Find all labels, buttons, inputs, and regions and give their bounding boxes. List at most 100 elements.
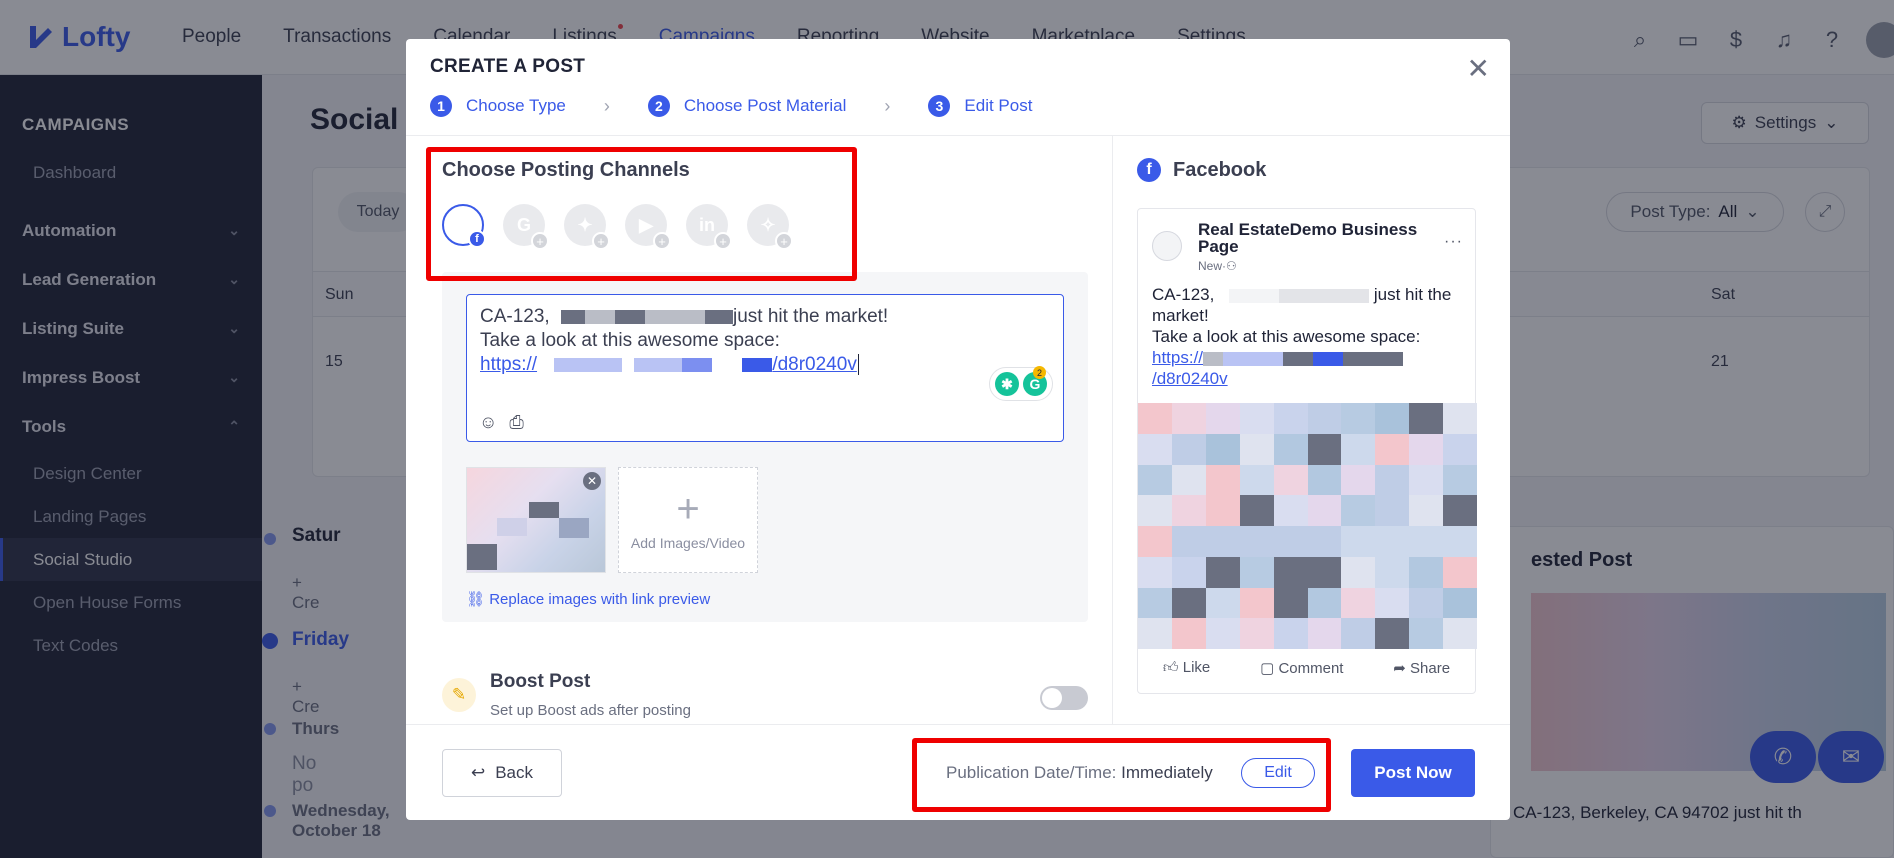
- preview-image-tile: [1138, 587, 1172, 619]
- preview-image-tile: [1138, 618, 1172, 649]
- preview-image-tile: [1239, 526, 1274, 557]
- preview-image-tile: [1341, 495, 1376, 526]
- publication-label: Publication Date/Time:: [946, 763, 1117, 782]
- post-text-segment: CA-123,: [480, 306, 550, 327]
- preview-image-tile: [1205, 618, 1240, 649]
- preview-image-tile: [1409, 556, 1444, 588]
- comment-label: Comment: [1278, 660, 1344, 677]
- step-edit-post[interactable]: 3 Edit Post: [928, 95, 1032, 117]
- redacted-text: [1203, 351, 1409, 366]
- preview-image-tile: [1273, 587, 1308, 619]
- like-button[interactable]: 👍︎ Like: [1163, 659, 1210, 677]
- preview-text-segment: CA-123,: [1152, 285, 1215, 304]
- close-icon[interactable]: ✕: [1467, 55, 1490, 83]
- channel-facebook[interactable]: f: [442, 204, 486, 248]
- share-icon: ➦: [1393, 660, 1411, 677]
- preview-image-tile: [1375, 464, 1410, 496]
- preview-image-tile: [1171, 464, 1206, 496]
- comment-icon: ▢: [1260, 660, 1279, 677]
- preview-image-tile: [1341, 587, 1376, 619]
- plus-icon: +: [531, 232, 549, 250]
- channel-linkedin[interactable]: in +: [686, 204, 732, 250]
- preview-image-tile: [1409, 464, 1444, 496]
- replace-link-label: Replace images with link preview: [489, 591, 711, 608]
- preview-image-tile: [1409, 618, 1444, 649]
- channel-youtube[interactable]: ▶ +: [625, 204, 671, 250]
- replace-images-link[interactable]: ⛓ Replace images with link preview: [466, 590, 710, 608]
- boost-title: Boost Post: [490, 671, 591, 692]
- redacted-text: [542, 357, 773, 372]
- publication-datetime: Publication Date/Time: Immediately: [946, 763, 1213, 783]
- page-avatar: [1152, 231, 1182, 261]
- preview-image-tile: [1171, 587, 1206, 619]
- channel-google-business[interactable]: G +: [503, 204, 549, 250]
- preview-image-tile: [1341, 556, 1376, 588]
- remove-media-icon[interactable]: ✕: [583, 472, 601, 490]
- post-now-button[interactable]: Post Now: [1351, 749, 1475, 797]
- preview-image-tile: [1138, 403, 1172, 434]
- lightbulb-icon: ✱: [995, 372, 1019, 396]
- emoji-icon[interactable]: ☺: [479, 412, 497, 433]
- step-choose-post-material[interactable]: 2 Choose Post Material: [647, 95, 846, 117]
- preview-image-tile: [1239, 556, 1274, 588]
- preview-image-tile: [1443, 495, 1477, 526]
- preview-text: CA-123, just hit the market! Take a look…: [1152, 284, 1468, 389]
- preview-image-tile: [1171, 433, 1206, 465]
- preview-network-label: Facebook: [1173, 158, 1267, 181]
- step-number: 2: [647, 95, 670, 117]
- edit-publication-button[interactable]: Edit: [1241, 758, 1315, 788]
- media-thumbnail[interactable]: ✕: [466, 467, 606, 573]
- boost-toggle[interactable]: [1040, 686, 1088, 710]
- modal-title: CREATE A POST: [430, 56, 586, 77]
- preview-image-tile: [1273, 556, 1308, 588]
- preview-image-tile: [1375, 556, 1410, 588]
- text-cursor: [857, 354, 859, 375]
- preview-image-tile: [1138, 556, 1172, 588]
- post-text-input[interactable]: CA-123, just hit the market! Take a look…: [466, 294, 1064, 442]
- plus-icon: +: [592, 232, 610, 250]
- back-label: Back: [495, 763, 534, 782]
- preview-image-tile: [1307, 403, 1342, 434]
- chevron-right-icon: ›: [603, 95, 610, 116]
- boost-subtitle: Set up Boost ads after posting: [490, 702, 691, 719]
- step-label: Choose Type: [466, 96, 566, 115]
- share-label: Share: [1410, 660, 1451, 677]
- preview-image-tile: [1443, 556, 1477, 588]
- preview-image-tile: [1138, 433, 1172, 465]
- create-post-modal: CREATE A POST ✕ 1 Choose Type › 2 Choose…: [406, 39, 1510, 820]
- add-media-label: Add Images/Video: [630, 535, 746, 551]
- facebook-preview-card: Real EstateDemo Business Page New·⚇ ··· …: [1137, 208, 1477, 694]
- preview-image-tile: [1239, 587, 1274, 619]
- more-icon[interactable]: ···: [1444, 233, 1463, 251]
- preview-text-segment: Take a look at this awesome space:: [1152, 327, 1421, 346]
- preview-image: [1138, 403, 1477, 649]
- preview-image-tile: [1443, 587, 1477, 619]
- comment-button[interactable]: ▢ Comment: [1260, 659, 1343, 677]
- preview-image-tile: [1171, 526, 1206, 557]
- preview-image-tile: [1171, 618, 1206, 649]
- step-choose-type[interactable]: 1 Choose Type: [430, 95, 566, 117]
- preview-link-segment: /d8r0240v: [1152, 369, 1228, 388]
- preview-image-tile: [1341, 433, 1376, 465]
- grammarly-widget[interactable]: ✱ G 2: [989, 366, 1053, 401]
- preview-image-tile: [1171, 495, 1206, 526]
- preview-image-tile: [1205, 433, 1240, 465]
- preview-image-tile: [1205, 587, 1240, 619]
- page-meta-text: New·: [1198, 259, 1227, 273]
- preview-image-tile: [1409, 403, 1444, 434]
- share-button[interactable]: ➦ Share: [1393, 659, 1450, 677]
- preview-image-tile: [1409, 495, 1444, 526]
- friends-icon: ⚇: [1226, 259, 1237, 273]
- preview-image-tile: [1341, 618, 1376, 649]
- camera-icon[interactable]: ⎙: [509, 412, 523, 433]
- preview-image-tile: [1341, 403, 1376, 434]
- step-label: Edit Post: [964, 96, 1033, 115]
- preview-image-tile: [1375, 433, 1410, 465]
- channel-twitter[interactable]: ✦ +: [564, 204, 610, 250]
- post-link[interactable]: https:// /d8r0240v: [480, 354, 859, 376]
- preview-image-tile: [1307, 526, 1342, 557]
- preview-image-tile: [1409, 433, 1444, 465]
- channel-other[interactable]: ✧ +: [747, 204, 793, 250]
- add-images-video-button[interactable]: + Add Images/Video: [618, 467, 758, 573]
- back-button[interactable]: ↩ Back: [442, 749, 562, 797]
